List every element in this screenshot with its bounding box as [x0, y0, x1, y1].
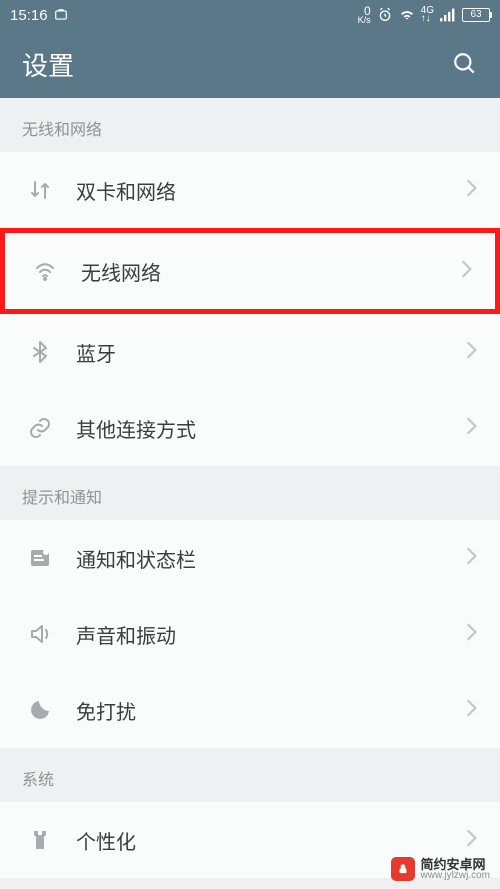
theme-icon	[22, 828, 58, 852]
settings-item-label: 通知和状态栏	[76, 544, 196, 573]
app-header: 设置	[0, 30, 500, 98]
network-type: 4G ↑↓	[421, 7, 434, 23]
chevron-right-icon	[464, 177, 478, 204]
search-button[interactable]	[452, 51, 478, 77]
screenshot-icon	[54, 8, 68, 22]
settings-item-link[interactable]: 其他连接方式	[0, 390, 500, 466]
chevron-right-icon	[464, 415, 478, 442]
settings-item-bluetooth[interactable]: 蓝牙	[0, 314, 500, 390]
settings-item-label: 声音和振动	[76, 620, 176, 649]
chevron-right-icon	[464, 339, 478, 366]
signal-icon	[440, 7, 456, 23]
watermark-badge-icon	[391, 857, 415, 881]
wifi-icon	[27, 259, 63, 283]
settings-item-label: 蓝牙	[76, 338, 116, 367]
settings-item-label: 无线网络	[81, 257, 161, 286]
bluetooth-icon	[22, 340, 58, 364]
swap-icon	[22, 178, 58, 202]
link-icon	[22, 416, 58, 440]
status-bar: 15:16 0 K/s 4G ↑↓ 63	[0, 0, 500, 30]
settings-item-swap[interactable]: 双卡和网络	[0, 152, 500, 228]
battery-icon: 63	[462, 8, 490, 22]
settings-item-label: 免打扰	[76, 696, 136, 725]
settings-item-badge[interactable]: 通知和状态栏	[0, 520, 500, 596]
watermark-url: www.jylzwj.com	[421, 871, 490, 881]
alarm-icon	[377, 7, 393, 23]
watermark: 简约安卓网 www.jylzwj.com	[387, 855, 494, 883]
sound-icon	[22, 622, 58, 646]
settings-item-label: 双卡和网络	[76, 176, 176, 205]
settings-item-wifi[interactable]: 无线网络	[0, 228, 500, 314]
settings-item-label: 其他连接方式	[76, 414, 196, 443]
settings-item-sound[interactable]: 声音和振动	[0, 596, 500, 672]
status-time: 15:16	[10, 7, 48, 24]
settings-list: 无线和网络双卡和网络无线网络蓝牙其他连接方式提示和通知通知和状态栏声音和振动免打…	[0, 98, 500, 878]
data-rate: 0 K/s	[358, 6, 371, 25]
dnd-icon	[22, 698, 58, 722]
chevron-right-icon	[459, 258, 473, 285]
settings-item-dnd[interactable]: 免打扰	[0, 672, 500, 748]
section-header: 系统	[0, 748, 500, 802]
settings-item-label: 个性化	[76, 826, 136, 855]
chevron-right-icon	[464, 545, 478, 572]
section-header: 无线和网络	[0, 98, 500, 152]
section-header: 提示和通知	[0, 466, 500, 520]
chevron-right-icon	[464, 621, 478, 648]
chevron-right-icon	[464, 697, 478, 724]
page-title: 设置	[22, 46, 74, 83]
watermark-title: 简约安卓网	[421, 858, 490, 871]
wifi-status-icon	[399, 7, 415, 23]
badge-icon	[22, 546, 58, 570]
chevron-right-icon	[464, 827, 478, 854]
